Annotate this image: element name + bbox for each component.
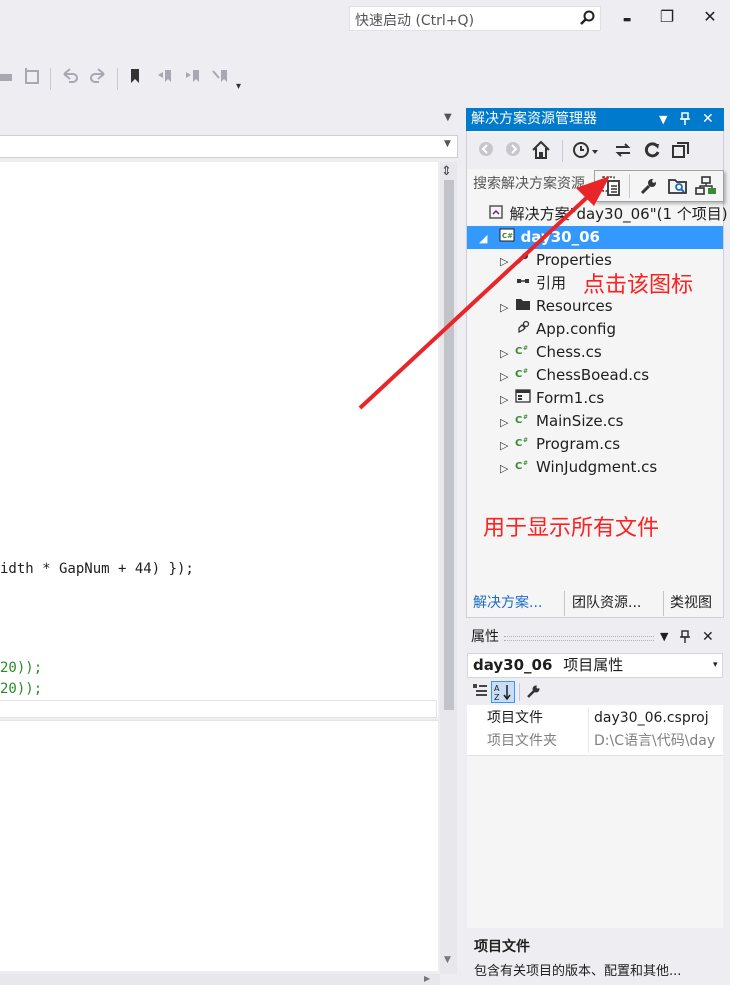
tab-list-chevron-icon[interactable]: ▼ [444,112,452,123]
properties-object-select[interactable]: day30_06 项目属性 ▾ [467,653,723,678]
grip [504,636,654,641]
prev-bookmark-icon[interactable] [155,66,175,92]
code-line: idth * GapNum + 44) }); [0,561,194,577]
undo-icon[interactable] [60,66,80,92]
editor-current-line [0,700,437,718]
close-panel-icon[interactable]: ✕ [702,626,714,648]
property-grid-empty [467,755,723,928]
grid-divider [588,707,589,730]
panel-menu-chevron-icon[interactable]: ▼ [660,626,668,648]
property-value: D:\C语言\代码\day [594,733,716,749]
properties-wrench-icon[interactable] [639,176,659,200]
member-navigation-dropdown[interactable]: ▼ [0,135,458,158]
panel-title: 解决方案资源管理器 [471,111,597,127]
close-panel-icon[interactable]: ✕ [702,108,714,131]
svg-text:A: A [494,684,500,693]
categorized-icon[interactable] [472,683,488,701]
property-row[interactable]: 项目文件 day30_06.csproj [467,707,723,730]
bookmark-icon[interactable] [128,66,142,92]
code-line: 20)); [0,660,43,676]
expand-arrow-icon[interactable]: ▷ [500,457,514,480]
svg-text:Z: Z [494,693,500,702]
panel-menu-chevron-icon[interactable]: ▼ [659,108,667,131]
minimize-button[interactable]: ▬ [612,4,642,30]
property-name: 项目文件 [487,710,543,726]
toolbar-icon-1[interactable] [0,66,14,92]
quick-launch-input[interactable]: 快速启动 (Ctrl+Q) [349,6,601,31]
tree-item[interactable]: ▷ C # WinJudgment.cs [470,456,657,479]
solution-explorer-titlebar[interactable]: 解决方案资源管理器 ▼ ✕ [466,108,724,131]
code-line: 20)); [0,681,43,697]
object-type: 项目属性 [563,656,624,674]
editor-tab-strip: ▼ [0,110,452,132]
tab-class-view[interactable]: 类视图 [670,591,712,616]
panel-title: 属性 [471,629,499,645]
quick-launch-placeholder: 快速启动 (Ctrl+Q) [355,13,475,29]
tree-item[interactable]: ▷ C # Program.cs [470,433,620,456]
csharp-file-icon: C # [514,457,532,480]
svg-text:C: C [515,438,522,449]
description-text: 包含有关项目的版本、配置和其他... [474,964,682,979]
pin-icon[interactable] [679,108,691,131]
close-window-button[interactable]: ✕ [695,4,725,30]
grid-divider [588,730,589,753]
pin-icon[interactable] [679,626,691,648]
property-row[interactable]: 项目文件夹 D:\C语言\代码\day [467,730,723,753]
property-description: 项目文件 包含有关项目的版本、配置和其他... [466,930,724,985]
toolbar-separator [519,683,520,701]
comment-out-icon[interactable] [22,66,42,92]
svg-text:C: C [515,461,522,472]
editor-horizontal-scrollbar[interactable] [0,974,440,985]
alphabetical-sort-icon[interactable]: AZ [491,681,515,703]
description-title: 项目文件 [474,939,530,955]
chevron-down-icon[interactable]: ▾ [713,654,718,677]
redo-icon[interactable] [88,66,108,92]
scroll-right-icon[interactable]: ▶ [424,974,430,983]
tab-separator [564,591,565,616]
clear-bookmarks-icon[interactable] [211,66,231,92]
properties-titlebar[interactable]: 属性 ▼ ✕ [466,626,724,648]
csharp-file-icon: C # [514,434,532,457]
toolbar-overflow-icon[interactable]: ▾ [236,74,241,100]
toolbar-separator [562,140,563,162]
scroll-down-icon[interactable]: ▼ [444,955,451,965]
property-pages-wrench-icon[interactable] [526,683,542,703]
toolbar-separator [50,68,51,90]
svg-text:#: # [523,460,528,467]
toolbar-separator [117,68,118,90]
expand-arrow-icon[interactable]: ▷ [500,434,514,457]
object-name: day30_06 [473,656,553,674]
search-icon[interactable] [580,10,595,29]
tree-item-label: Program.cs [536,435,621,453]
property-name: 项目文件夹 [487,733,557,749]
chevron-down-icon[interactable]: ▼ [444,139,451,149]
annotation-show-all-files: 用于显示所有文件 [483,516,660,541]
refresh-icon[interactable] [642,140,662,166]
restore-button[interactable]: ❐ [652,4,682,30]
preview-selected-items-icon[interactable] [667,176,689,200]
annotation-arrow [358,176,610,410]
tab-separator [663,591,664,616]
svg-text:#: # [523,437,528,444]
code-editor-lower[interactable] [0,720,438,971]
tab-solution-explorer[interactable]: 解决方案... [473,591,542,616]
tree-item-label: WinJudgment.cs [536,458,658,476]
class-diagram-icon[interactable] [695,176,717,200]
tab-team-explorer[interactable]: 团队资源... [572,591,641,616]
property-value: day30_06.csproj [594,710,709,726]
collapse-all-icon[interactable] [671,140,691,166]
next-bookmark-icon[interactable] [183,66,203,92]
